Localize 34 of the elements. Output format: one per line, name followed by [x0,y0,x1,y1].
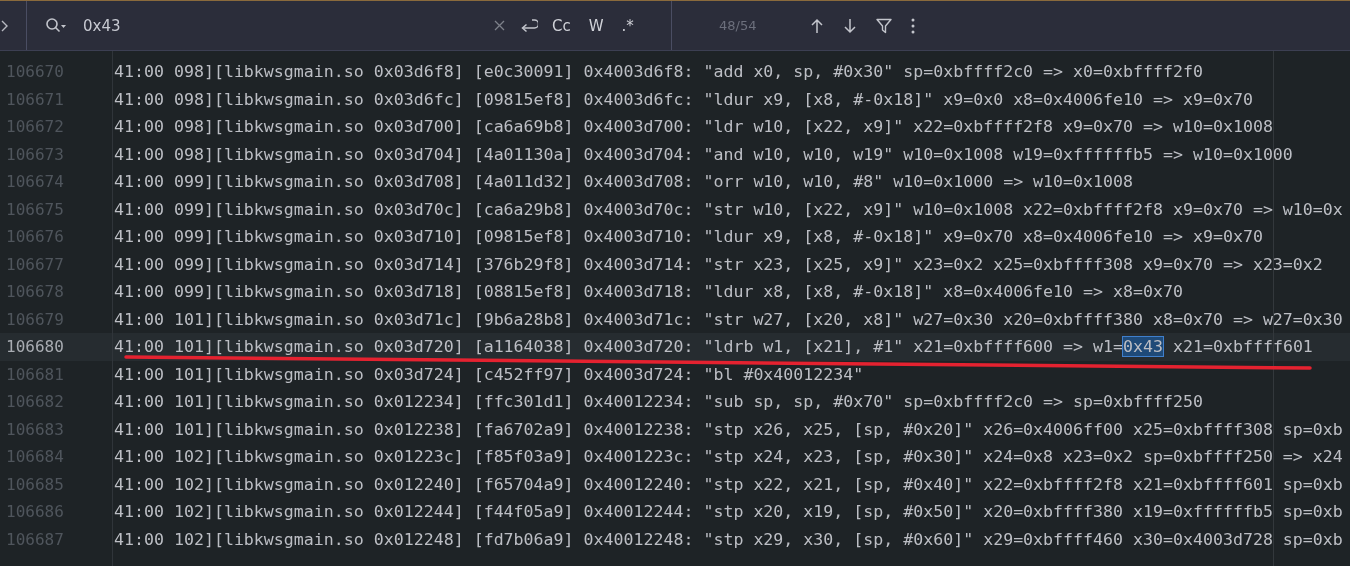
log-line-text: x21=0xbffff601 [1172,337,1313,357]
log-line-text: 41:00 099][libkwsgmain.so 0x03d714] [376b29f8] 0x4003d714: "str x23, [x25, x9]" x23=0x2 x25=0xbffff308 x9=0x70 => x23=0x2 [114,254,1323,274]
clear-icon[interactable] [494,20,505,31]
search-field[interactable]: 0x43 [83,16,483,35]
log-line-text: 41:00 099][libkwsgmain.so 0x03d718] [08815ef8] 0x4003d718: "ldur x8, [x8, #-0x18]" x8=0x4006fe10 => x8=0x70 [114,282,1183,302]
log-line-text: 41:00 098][libkwsgmain.so 0x03d6fc] [09815ef8] 0x4003d6fc: "ldur x9, [x8, #-0x18]" x9=0x0 x8=0x4006fe10 => x9=0x70 [114,89,1253,109]
search-match-highlight: 0x43 [1122,336,1164,358]
log-line-text: 41:00 099][libkwsgmain.so 0x03d70c] [ca6a29b8] 0x4003d70c: "str w10, [x22, x9]" w10=0x1008 x22=0xbffff2f8 x9=0x70 => w10=0x [114,199,1343,219]
log-line-text: 41:00 102][libkwsgmain.so 0x01223c] [f85f03a9] 0x4001223c: "stp x24, x23, [sp, #0x30]" x24=0x8 x23=0x2 sp=0xbffff250 => x24 [114,447,1343,467]
log-line-text: 41:00 102][libkwsgmain.so 0x012244] [f44f05a9] 0x40012244: "stp x20, x19, [sp, #0x50]" x20=0xbffff380 x19=0xffffffb5 sp=0xb [114,502,1343,522]
log-line-text: 41:00 101][libkwsgmain.so 0x03d71c] [9b6a28b8] 0x4003d71c: "str w27, [x20, x8]" w27=0x30 x20=0xbffff380 x8=0x70 => w27=0x30 [114,309,1343,329]
log-line-text: 41:00 098][libkwsgmain.so 0x03d700] [ca6a69b8] 0x4003d700: "ldr w10, [x22, x9]" x22=0xbffff2f8 x9=0x70 => w10=0x1008 [114,117,1273,137]
search-icon[interactable] [45,16,67,35]
search-option-toggle[interactable]: W [584,14,608,37]
more-icon[interactable] [911,17,916,34]
log-line-text: 41:00 102][libkwsgmain.so 0x012240] [f65704a9] 0x40012240: "stp x22, x21, [sp, #0x40]" x22=0xbffff2f8 x21=0xbffff601 sp=0xb [114,474,1343,494]
arrow-up-icon[interactable] [810,17,825,34]
log-line-text: 41:00 099][libkwsgmain.so 0x03d708] [4a011d32] 0x4003d708: "orr w10, w10, #8" w10=0x1000 => w10=0x1008 [114,172,1133,192]
log-line-text: 41:00 101][libkwsgmain.so 0x03d724] [c452ff97] 0x4003d724: "bl #0x40012234" [114,364,864,384]
match-count: 48/54 [719,18,757,33]
log-line-text: 41:00 098][libkwsgmain.so 0x03d6f8] [e0c30091] 0x4003d6f8: "add x0, sp, #0x30" sp=0xbffff2c0 => x0=0xbffff2f0 [114,62,1203,82]
log-line-text: 41:00 099][libkwsgmain.so 0x03d710] [09815ef8] 0x4003d710: "ldur x9, [x8, #-0x18]" x9=0x70 x8=0x4006fe10 => x9=0x70 [114,227,1263,247]
log-line-text: 41:00 101][libkwsgmain.so 0x03d720] [a1164038] 0x4003d720: "ldrb w1, [x21], #1" x21=0xbffff600 => w1= [114,337,1124,357]
log-line-text: 41:00 102][libkwsgmain.so 0x012248] [fd7b06a9] 0x40012248: "stp x29, x30, [sp, #0x60]" x29=0xbffff460 x30=0x4003d728 sp=0xb [114,529,1343,549]
log-line-text: 41:00 098][libkwsgmain.so 0x03d704] [4a01130a] 0x4003d704: "and w10, w10, w19" w10=0x1008 w19=0xffffffb5 => w10=0x1000 [114,144,1293,164]
log-line-text: 41:00 101][libkwsgmain.so 0x012234] [ffc301d1] 0x40012234: "sub sp, sp, #0x70" sp=0xbffff2c0 => sp=0xbffff250 [114,392,1203,412]
arrow-down-icon[interactable] [843,17,858,34]
search-option-toggle[interactable]: .* [617,14,638,37]
search-option-toggle[interactable]: Cc [548,14,575,37]
filter-icon[interactable] [876,17,893,34]
line-number: 106680 [5,337,65,357]
wrap-arrow-icon[interactable] [520,17,538,34]
chevron-right-icon[interactable] [1,19,9,32]
log-line-text: 41:00 101][libkwsgmain.so 0x012238] [fa6702a9] 0x40012238: "stp x26, x25, [sp, #0x20]" x26=0x4006ff00 x25=0xbffff308 sp=0xb [114,419,1343,439]
